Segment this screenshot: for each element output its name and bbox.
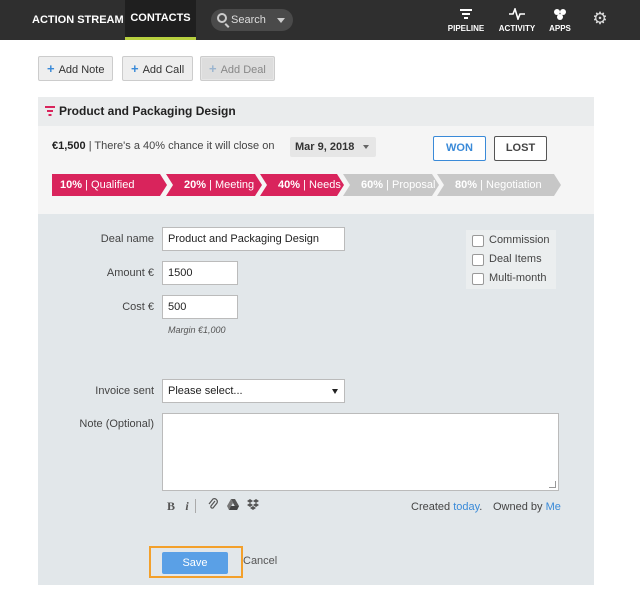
search-placeholder: Search <box>231 14 266 26</box>
gear-icon[interactable]: ⚙ <box>590 9 610 29</box>
google-drive-icon[interactable] <box>226 498 240 514</box>
owner-info: Owned by Me <box>493 501 561 513</box>
plus-icon: + <box>209 61 217 76</box>
owner-link[interactable]: Me <box>546 501 561 513</box>
save-button[interactable]: Save <box>162 552 228 574</box>
stage-pointer <box>566 276 578 283</box>
activity-icon <box>497 6 537 24</box>
paperclip-icon[interactable] <box>206 498 220 514</box>
won-button[interactable]: WON <box>433 136 486 161</box>
apps-label: APPS <box>549 24 571 33</box>
invoice-sent-value: Please select... <box>168 385 243 397</box>
stage-percent: 40% <box>278 179 301 191</box>
resize-handle[interactable] <box>549 481 556 488</box>
stage-percent: 10% <box>60 179 83 191</box>
add-deal-button[interactable]: + Add Deal <box>200 56 275 81</box>
cancel-button[interactable]: Cancel <box>243 555 277 567</box>
deal-items-checkbox[interactable]: Deal Items <box>472 252 557 268</box>
stage-negotiation[interactable]: 80% | Negotiation <box>437 174 561 196</box>
chevron-down-icon[interactable] <box>277 18 285 23</box>
lost-button[interactable]: LOST <box>494 136 547 161</box>
stage-proposal[interactable]: 60% | Proposal <box>343 174 439 196</box>
add-note-button[interactable]: + Add Note <box>38 56 114 81</box>
deal-title: Product and Packaging Design <box>59 104 236 118</box>
created-date-link[interactable]: today <box>453 501 479 513</box>
owned-by-label: Owned by <box>493 501 543 513</box>
invoice-sent-select[interactable]: Please select... <box>162 379 345 403</box>
pipeline-label: PIPELINE <box>447 24 485 33</box>
deal-name-label: Deal name <box>100 233 154 245</box>
amount-label: Amount € <box>106 267 154 279</box>
stage-bar: 10% | Qualified 20% | Meeting 40% | Need… <box>38 166 594 283</box>
invoice-sent-label: Invoice sent <box>95 385 154 397</box>
italic-icon[interactable]: i <box>180 498 194 514</box>
multi-month-checkbox[interactable]: Multi-month <box>472 271 557 287</box>
cost-label: Cost € <box>122 301 154 313</box>
stage-qualified[interactable]: 10% | Qualified <box>52 174 167 196</box>
deal-header: Product and Packaging Design <box>38 97 594 126</box>
multi-month-label: Multi-month <box>489 272 547 284</box>
bold-icon[interactable]: B <box>164 498 178 514</box>
search-icon <box>217 13 227 23</box>
stage-name: Meeting <box>215 179 255 191</box>
dropbox-icon[interactable] <box>246 498 260 514</box>
deal-options: Commission Deal Items Multi-month <box>466 230 556 289</box>
apps-button[interactable]: APPS <box>548 6 572 33</box>
created-info: Created today. <box>411 501 483 513</box>
stage-needs[interactable]: 40% | Needs <box>260 174 344 196</box>
deal-card: Product and Packaging Design €1,500 | Th… <box>38 97 594 585</box>
top-navigation-bar: ACTION STREAM CONTACTS Search PIPELINE A… <box>0 0 640 40</box>
cost-field[interactable] <box>162 295 238 319</box>
add-call-label: Add Call <box>142 64 185 76</box>
commission-label: Commission <box>489 234 550 246</box>
checkbox-box[interactable] <box>472 254 484 266</box>
close-date-picker[interactable]: Mar 9, 2018 <box>290 137 377 157</box>
save-button-highlight: Save <box>149 546 243 578</box>
stage-meeting[interactable]: 20% | Meeting <box>166 174 262 196</box>
chevron-down-icon <box>332 389 338 394</box>
stage-percent: 80% <box>455 179 478 191</box>
stage-name: Needs <box>309 179 341 191</box>
stage-list: 10% | Qualified 20% | Meeting 40% | Need… <box>52 174 562 196</box>
deal-items-label: Deal Items <box>489 253 542 265</box>
add-deal-label: Add Deal <box>220 64 266 76</box>
stage-name: Qualified <box>91 179 135 191</box>
nav-tab-contacts[interactable]: CONTACTS <box>125 0 196 40</box>
checkbox-box[interactable] <box>472 273 484 285</box>
stage-name: Proposal <box>392 179 436 191</box>
pipeline-icon <box>447 6 485 24</box>
activity-label: ACTIVITY <box>498 24 536 33</box>
apps-icon <box>548 6 572 24</box>
note-label: Note (Optional) <box>79 418 154 430</box>
amount-field[interactable] <box>162 261 238 285</box>
close-chance-text: | There's a 40% chance it will close on <box>88 140 275 152</box>
stage-percent: 20% <box>184 179 207 191</box>
nav-tab-action-stream[interactable]: ACTION STREAM <box>32 0 124 40</box>
deal-funnel-icon <box>45 106 55 116</box>
toolbar-divider <box>195 499 197 513</box>
commission-checkbox[interactable]: Commission <box>472 233 557 249</box>
plus-icon: + <box>131 61 139 76</box>
margin-text: Margin €1,000 <box>168 325 226 335</box>
pipeline-button[interactable]: PIPELINE <box>447 6 485 33</box>
stage-name: Negotiation <box>486 179 542 191</box>
deal-name-field[interactable] <box>162 227 345 251</box>
deal-summary-text: €1,500 | There's a 40% chance it will cl… <box>52 140 274 152</box>
add-call-button[interactable]: + Add Call <box>122 56 194 81</box>
chevron-down-icon <box>363 145 370 149</box>
close-date-value: Mar 9, 2018 <box>295 141 355 153</box>
note-textarea[interactable] <box>162 413 559 491</box>
add-note-label: Add Note <box>58 64 105 76</box>
activity-button[interactable]: ACTIVITY <box>497 6 537 33</box>
plus-icon: + <box>47 61 55 76</box>
search-input[interactable]: Search <box>211 9 293 31</box>
created-label: Created <box>411 501 451 513</box>
deal-value: €1,500 <box>52 140 86 152</box>
checkbox-box[interactable] <box>472 235 484 247</box>
stage-percent: 60% <box>361 179 384 191</box>
